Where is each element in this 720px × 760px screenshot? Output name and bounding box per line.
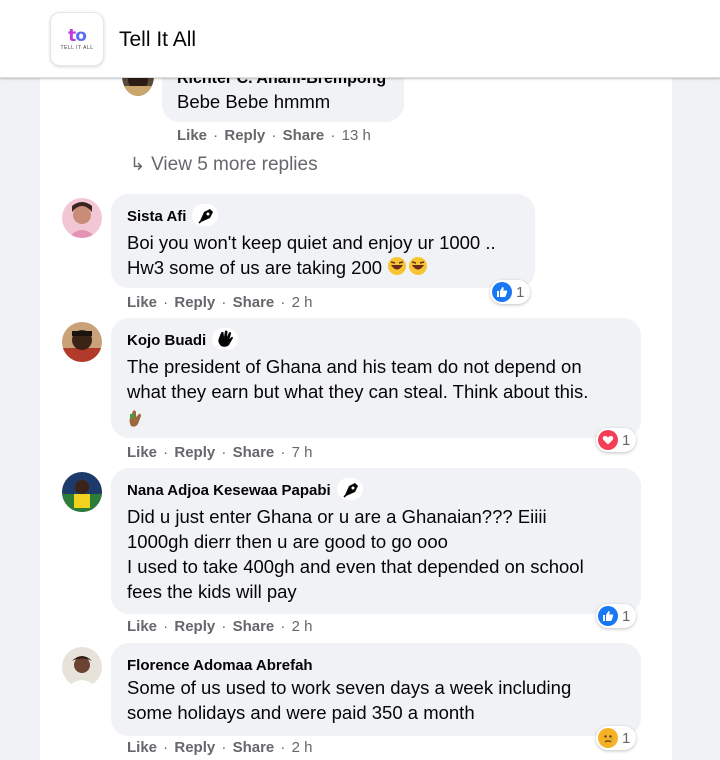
like-button[interactable]: Like <box>127 739 157 756</box>
comment-text-line: what they earn but what they can steal. … <box>127 381 589 402</box>
like-button[interactable]: Like <box>177 127 207 144</box>
like-button[interactable]: Like <box>127 618 157 635</box>
pinching-hand-icon <box>127 408 145 433</box>
like-reaction-icon <box>598 606 618 626</box>
reaction-count: 1 <box>622 607 631 625</box>
logo-mark-icon: to <box>68 26 87 46</box>
comment-actions: Like · Reply · Share · 2 h <box>127 739 313 756</box>
avatar[interactable] <box>62 322 102 362</box>
comment-text-line: I used to take 400gh and even that depen… <box>127 556 584 577</box>
comment-text-line: some holidays and were paid 350 a month <box>127 702 475 723</box>
comment-author[interactable]: Kojo Buadi <box>127 328 239 352</box>
comment-text-line: 1000gh dierr then u are good to go ooo <box>127 531 448 552</box>
timestamp[interactable]: 13 h <box>342 127 371 144</box>
comment-actions: Like · Reply · Share · 2 h <box>127 294 313 311</box>
like-button[interactable]: Like <box>127 294 157 311</box>
reaction-count: 1 <box>516 283 525 301</box>
reply-button[interactable]: Reply <box>174 618 215 635</box>
like-button[interactable]: Like <box>127 444 157 461</box>
sad-reaction-icon <box>598 728 618 748</box>
timestamp[interactable]: 2 h <box>292 739 313 756</box>
comment-text-line: Did u just enter Ghana or u are a Ghanai… <box>127 506 547 527</box>
logo-text: TELL IT ALL <box>60 45 94 51</box>
author-name[interactable]: Kojo Buadi <box>127 332 206 349</box>
comment-text-line: Some of us used to work seven days a wee… <box>127 677 572 698</box>
reaction-count: 1 <box>622 431 631 449</box>
avatar[interactable] <box>62 198 102 238</box>
reply-button[interactable]: Reply <box>174 739 215 756</box>
comment-actions: Like · Reply · Share · 13 h <box>177 127 371 144</box>
comment-author[interactable]: Florence Adomaa Abrefah <box>127 657 313 674</box>
comment-actions: Like · Reply · Share · 2 h <box>127 618 313 635</box>
comment-text-line: Hw3 some of us are taking 200 <box>127 255 429 282</box>
reaction-summary[interactable]: 1 <box>596 726 637 750</box>
page-logo[interactable]: to TELL IT ALL <box>50 12 104 66</box>
reaction-summary[interactable]: 1 <box>490 280 531 304</box>
reply-button[interactable]: Reply <box>174 294 215 311</box>
share-button[interactable]: Share <box>233 444 275 461</box>
timestamp[interactable]: 7 h <box>292 444 313 461</box>
comment-author[interactable]: Nana Adjoa Kesewaa Papabi <box>127 478 363 502</box>
reaction-count: 1 <box>622 729 631 747</box>
comment-actions: Like · Reply · Share · 7 h <box>127 444 313 461</box>
header-bar: to TELL IT ALL Tell It All <box>0 0 720 78</box>
share-button[interactable]: Share <box>283 127 325 144</box>
comment-text-line: Boi you won't keep quiet and enjoy ur 10… <box>127 232 496 253</box>
author-name[interactable]: Sista Afi <box>127 208 186 225</box>
comment-text-line: fees the kids will pay <box>127 581 297 602</box>
timestamp[interactable]: 2 h <box>292 294 313 311</box>
fountain-pen-icon <box>336 478 363 500</box>
reaction-summary[interactable]: 1 <box>596 604 637 628</box>
comment-text: Bebe Bebe hmmm <box>177 91 331 112</box>
avatar[interactable] <box>62 647 102 687</box>
author-name[interactable]: Nana Adjoa Kesewaa Papabi <box>127 482 331 499</box>
share-button[interactable]: Share <box>233 618 275 635</box>
share-button[interactable]: Share <box>233 739 275 756</box>
share-button[interactable]: Share <box>233 294 275 311</box>
timestamp[interactable]: 2 h <box>292 618 313 635</box>
face-with-tears-of-joy-icon <box>387 256 429 282</box>
avatar[interactable] <box>62 472 102 512</box>
reply-button[interactable]: Reply <box>174 444 215 461</box>
reply-arrow-icon: ↳ <box>130 154 146 174</box>
page-title[interactable]: Tell It All <box>119 28 196 52</box>
like-reaction-icon <box>492 282 512 302</box>
comment-text: Hw3 some of us are taking 200 <box>127 257 383 278</box>
reply-button[interactable]: Reply <box>224 127 265 144</box>
view-more-replies-link[interactable]: ↳ View 5 more replies <box>130 154 318 176</box>
reaction-summary[interactable]: 1 <box>596 428 637 452</box>
fountain-pen-icon <box>192 204 219 226</box>
view-more-replies-label: View 5 more replies <box>151 154 318 175</box>
comment-text-line: The president of Ghana and his team do n… <box>127 356 582 377</box>
love-reaction-icon <box>598 430 618 450</box>
waving-hand-icon <box>212 328 239 350</box>
comment-author[interactable]: Sista Afi <box>127 204 219 228</box>
